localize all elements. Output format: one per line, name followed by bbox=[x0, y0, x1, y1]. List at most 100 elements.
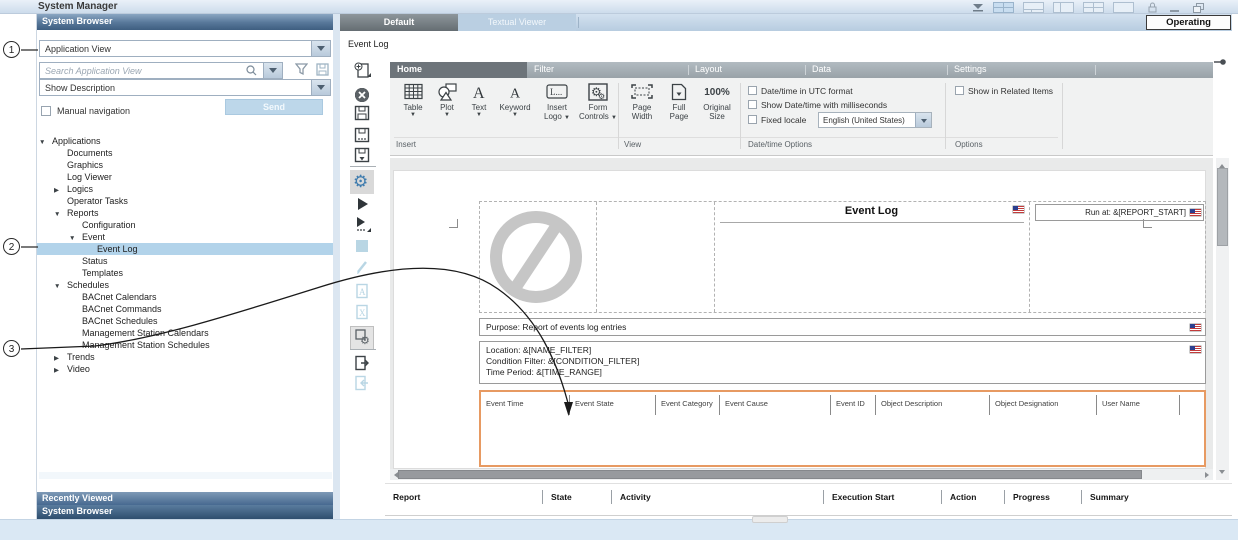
event-column-header[interactable]: Event ID bbox=[831, 395, 876, 415]
run-at-field[interactable]: Run at: &[REPORT_START] bbox=[1035, 204, 1204, 221]
tree-item-configuration[interactable]: Configuration bbox=[37, 219, 334, 231]
language-flag-icon[interactable] bbox=[1013, 206, 1024, 213]
tree-item-templates[interactable]: Templates bbox=[37, 267, 334, 279]
insert-logo-button[interactable]: L... Insert Logo ▼ bbox=[536, 81, 578, 137]
tree-item-management-station-schedules[interactable]: Management Station Schedules bbox=[37, 339, 334, 351]
milliseconds-checkbox-row[interactable]: Show Date/time with milliseconds bbox=[748, 100, 887, 110]
chevron-down-icon[interactable] bbox=[915, 113, 931, 127]
export-excel-icon[interactable]: X bbox=[354, 304, 372, 322]
layout-split-left-icon[interactable] bbox=[1053, 2, 1074, 13]
system-browser-bar[interactable]: System Browser bbox=[37, 505, 334, 519]
chevron-down-icon[interactable] bbox=[311, 41, 330, 56]
save-as-icon[interactable] bbox=[354, 127, 372, 145]
tree-item-schedules[interactable]: ▼Schedules bbox=[37, 279, 334, 291]
filter-icon[interactable] bbox=[295, 63, 308, 76]
checkbox-icon[interactable] bbox=[748, 86, 757, 95]
scroll-left-icon[interactable] bbox=[391, 472, 398, 478]
tree-item-operator-tasks[interactable]: Operator Tasks bbox=[37, 195, 334, 207]
original-size-button[interactable]: 100% Original Size bbox=[698, 81, 736, 137]
import-report-icon[interactable] bbox=[354, 375, 372, 393]
expander-open-icon[interactable]: ▼ bbox=[69, 233, 82, 245]
related-items-checkbox-row[interactable]: Show in Related Items bbox=[955, 86, 1053, 96]
pin-icon[interactable] bbox=[1214, 58, 1226, 66]
insert-keyword-button[interactable]: A Keyword ▼ bbox=[494, 81, 536, 137]
tree-hscrollbar[interactable] bbox=[39, 472, 332, 479]
operating-mode-button[interactable]: Operating bbox=[1146, 15, 1231, 30]
tree-item-status[interactable]: Status bbox=[37, 255, 334, 267]
save-all-icon[interactable] bbox=[354, 147, 372, 165]
tree-item-applications[interactable]: ▼Applications bbox=[37, 135, 334, 147]
insert-text-button[interactable]: A Text ▼ bbox=[464, 81, 494, 137]
manual-navigation-checkbox[interactable] bbox=[41, 106, 51, 116]
tree-item-event[interactable]: ▼Event bbox=[37, 231, 334, 243]
send-button[interactable]: Send bbox=[225, 99, 323, 115]
splitter-handle[interactable] bbox=[752, 516, 788, 523]
tree-item-reports[interactable]: ▼Reports bbox=[37, 207, 334, 219]
stop-icon[interactable] bbox=[354, 238, 372, 256]
tree-item-video[interactable]: ▶Video bbox=[37, 363, 334, 375]
cancel-icon[interactable] bbox=[354, 87, 372, 105]
report-header-band[interactable]: Event Log Run at: &[REPORT_START] bbox=[479, 201, 1206, 313]
page-width-button[interactable]: Page Width bbox=[624, 81, 660, 137]
execution-column-header[interactable]: Action bbox=[941, 490, 1004, 504]
event-column-header[interactable]: User Name bbox=[1097, 395, 1180, 415]
restore-icon[interactable] bbox=[1193, 3, 1204, 13]
save-icon[interactable] bbox=[354, 105, 372, 123]
purpose-field[interactable]: Purpose: Report of events log entries bbox=[479, 318, 1206, 336]
checkbox-icon[interactable] bbox=[748, 115, 757, 124]
run-report-icon[interactable] bbox=[354, 196, 372, 214]
expander-open-icon[interactable]: ▼ bbox=[54, 281, 67, 293]
full-page-button[interactable]: Full Page bbox=[662, 81, 696, 137]
execution-column-header[interactable]: Execution Start bbox=[823, 490, 941, 504]
tree-item-bacnet-calendars[interactable]: BACnet Calendars bbox=[37, 291, 334, 303]
report-title[interactable]: Event Log bbox=[714, 205, 1029, 217]
tree-item-bacnet-schedules[interactable]: BACnet Schedules bbox=[37, 315, 334, 327]
scroll-up-icon[interactable] bbox=[1219, 161, 1225, 168]
expander-open-icon[interactable]: ▼ bbox=[39, 137, 52, 149]
ribbon-tab-home[interactable]: Home bbox=[390, 62, 527, 78]
event-table[interactable]: Event TimeEvent StateEvent CategoryEvent… bbox=[479, 390, 1206, 467]
view-select[interactable]: Application View bbox=[39, 40, 331, 57]
save-filter-icon[interactable] bbox=[316, 63, 329, 76]
canvas-hscrollbar[interactable] bbox=[390, 469, 1213, 480]
search-icon[interactable] bbox=[246, 65, 257, 76]
system-browser-header[interactable]: System Browser bbox=[37, 14, 334, 30]
tree-item-bacnet-commands[interactable]: BACnet Commands bbox=[37, 303, 334, 315]
checkbox-icon[interactable] bbox=[955, 86, 964, 95]
fixed-locale-checkbox-row[interactable]: Fixed locale bbox=[748, 115, 806, 125]
checkbox-icon[interactable] bbox=[748, 100, 757, 109]
scroll-right-icon[interactable] bbox=[1205, 472, 1212, 478]
configure-gear-icon[interactable]: ⚙ bbox=[354, 172, 372, 190]
collapse-icon[interactable] bbox=[972, 3, 984, 13]
canvas-vscrollbar[interactable] bbox=[1216, 158, 1229, 480]
event-column-header[interactable]: Event State bbox=[570, 395, 656, 415]
tree-item-trends[interactable]: ▶Trends bbox=[37, 351, 334, 363]
layout-single-icon[interactable] bbox=[1113, 2, 1134, 13]
tab-textual-viewer[interactable]: Textual Viewer bbox=[458, 14, 576, 31]
share-report-icon[interactable] bbox=[354, 355, 372, 373]
manage-outputs-icon[interactable]: ⚙ bbox=[354, 328, 372, 346]
layout-grid-selected-icon[interactable] bbox=[993, 2, 1014, 13]
expander-closed-icon[interactable]: ▶ bbox=[54, 365, 67, 377]
execution-column-header[interactable]: Activity bbox=[611, 490, 823, 504]
language-flag-icon[interactable] bbox=[1190, 346, 1201, 353]
tree-item-management-station-calendars[interactable]: Management Station Calendars bbox=[37, 327, 334, 339]
execution-column-header[interactable]: Summary bbox=[1081, 490, 1232, 504]
execution-column-header[interactable]: State bbox=[542, 490, 611, 504]
layout-grid-icon[interactable] bbox=[1083, 2, 1104, 13]
report-page[interactable]: Event Log Run at: &[REPORT_START] Purpos… bbox=[393, 170, 1206, 469]
export-pdf-icon[interactable]: A bbox=[354, 283, 372, 301]
tree-item-graphics[interactable]: Graphics bbox=[37, 159, 334, 171]
execution-table-header[interactable]: ReportStateActivityExecution StartAction… bbox=[385, 483, 1232, 516]
event-column-header[interactable]: Object Description bbox=[876, 395, 990, 415]
tree-item-logics[interactable]: ▶Logics bbox=[37, 183, 334, 195]
sidebar-scroll-strip[interactable] bbox=[333, 14, 340, 519]
hscroll-thumb[interactable] bbox=[398, 470, 1142, 479]
filter-field[interactable]: Location: &[NAME_FILTER] Condition Filte… bbox=[479, 341, 1206, 384]
expander-open-icon[interactable]: ▼ bbox=[54, 209, 67, 221]
vscroll-thumb[interactable] bbox=[1217, 168, 1228, 246]
execution-column-header[interactable]: Progress bbox=[1004, 490, 1081, 504]
tree-item-documents[interactable]: Documents bbox=[37, 147, 334, 159]
ribbon-tab-layout[interactable]: Layout bbox=[688, 62, 805, 78]
event-column-header[interactable]: Event Cause bbox=[720, 395, 831, 415]
